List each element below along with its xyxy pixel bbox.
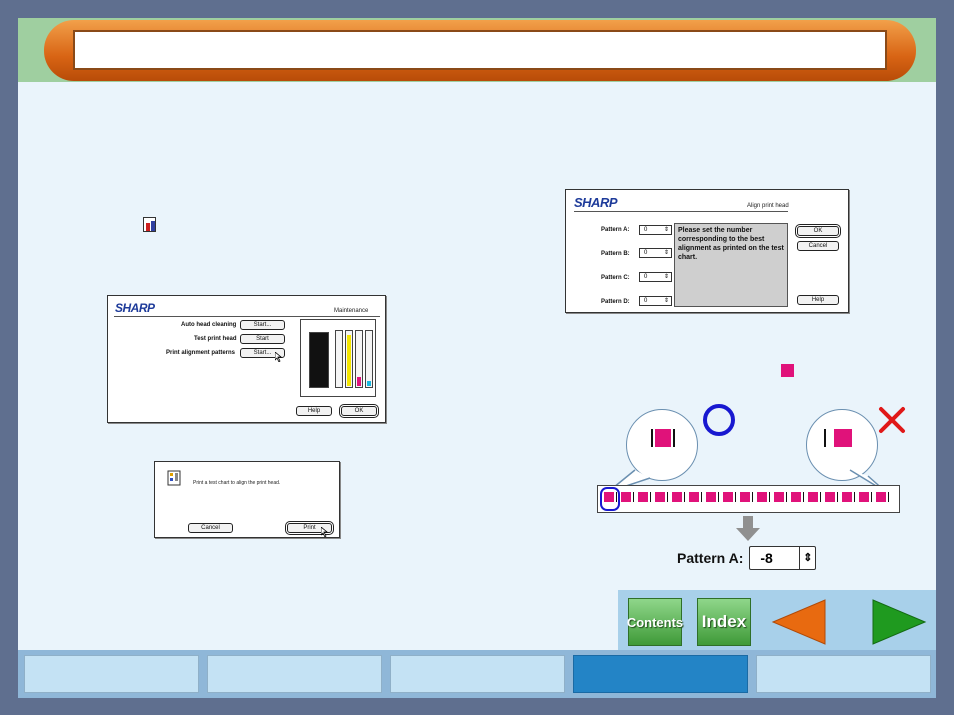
pattern-mark bbox=[740, 492, 750, 502]
pattern-bar bbox=[735, 492, 736, 502]
dialog-title: Maintenance bbox=[334, 308, 369, 314]
cancel-button[interactable]: Cancel bbox=[797, 241, 839, 251]
pattern-a-example-label: Pattern A: bbox=[677, 550, 744, 566]
pattern-bar bbox=[769, 492, 770, 502]
sharp-logo: SHARP bbox=[574, 195, 618, 210]
alignment-pattern-strip bbox=[597, 485, 900, 513]
help-button[interactable]: Help bbox=[797, 295, 839, 305]
pattern-bar bbox=[667, 492, 668, 502]
pattern-bar bbox=[701, 492, 702, 502]
maintenance-utility-icon bbox=[143, 217, 156, 232]
pattern-d-label: Pattern D: bbox=[601, 299, 630, 305]
cyan-ink-cartridge bbox=[365, 330, 373, 388]
auto-head-cleaning-label: Auto head cleaning bbox=[181, 322, 237, 328]
print-test-chart-dialog: Print a test chart to align the print he… bbox=[154, 461, 340, 538]
printer-alert-icon bbox=[167, 470, 181, 486]
pattern-bar bbox=[888, 492, 889, 502]
pattern-bar bbox=[803, 492, 804, 502]
magenta-ink-cartridge bbox=[355, 330, 363, 388]
test-print-head-label: Test print head bbox=[194, 336, 237, 342]
pattern-mark bbox=[859, 492, 869, 502]
pattern-bar bbox=[718, 492, 719, 502]
print-alignment-patterns-label: Print alignment patterns bbox=[166, 350, 236, 356]
test-print-head-start-button[interactable]: Start bbox=[240, 334, 285, 344]
pattern-bar bbox=[820, 492, 821, 502]
print-dialog-message: Print a test chart to align the print he… bbox=[193, 480, 281, 486]
pattern-a-example-value: -8 bbox=[760, 550, 773, 566]
ok-button[interactable]: OK bbox=[795, 224, 841, 238]
pink-square-icon bbox=[781, 364, 794, 377]
maintenance-dialog: SHARP Maintenance Auto head cleaning Sta… bbox=[107, 295, 386, 423]
pattern-mark bbox=[706, 492, 716, 502]
pattern-c-select[interactable]: 0 ⇕ bbox=[639, 272, 672, 282]
pattern-mark bbox=[655, 492, 665, 502]
arrow-right-icon[interactable] bbox=[871, 598, 927, 646]
tab-5[interactable] bbox=[756, 655, 931, 693]
title-divider bbox=[114, 316, 380, 317]
tab-1[interactable] bbox=[24, 655, 199, 693]
pattern-mark bbox=[672, 492, 682, 502]
pattern-a-label: Pattern A: bbox=[601, 227, 630, 233]
black-ink-cartridge bbox=[309, 332, 329, 388]
arrow-left-icon[interactable] bbox=[771, 598, 827, 646]
pattern-mark bbox=[842, 492, 852, 502]
pattern-mark bbox=[808, 492, 818, 502]
pattern-bar bbox=[871, 492, 872, 502]
tab-4[interactable] bbox=[573, 655, 748, 693]
title-divider bbox=[574, 211, 788, 212]
good-circle-icon bbox=[703, 404, 735, 436]
contents-button[interactable]: Contents bbox=[627, 598, 683, 646]
pattern-c-label: Pattern C: bbox=[601, 275, 630, 281]
help-button[interactable]: Help bbox=[296, 406, 332, 416]
pattern-d-select[interactable]: 0 ⇕ bbox=[639, 296, 672, 306]
bad-cross-icon bbox=[879, 407, 905, 433]
pattern-mark bbox=[757, 492, 767, 502]
pattern-mark bbox=[825, 492, 835, 502]
page-title bbox=[73, 30, 887, 70]
pattern-a-example-select[interactable]: -8 ⇕ bbox=[749, 546, 817, 570]
pattern-bar bbox=[752, 492, 753, 502]
pattern-a-select[interactable]: 0 ⇕ bbox=[639, 225, 672, 235]
auto-head-cleaning-start-button[interactable]: Start... bbox=[240, 320, 285, 330]
align-instructions: Please set the number corresponding to t… bbox=[674, 223, 788, 307]
selected-pattern-highlight bbox=[600, 487, 620, 511]
pattern-bar bbox=[837, 492, 838, 502]
pattern-mark bbox=[621, 492, 631, 502]
mouse-pointer-icon bbox=[321, 527, 329, 537]
ok-button[interactable]: OK bbox=[339, 404, 379, 418]
dialog-title: Align print head bbox=[747, 203, 789, 209]
cancel-button[interactable]: Cancel bbox=[188, 523, 233, 533]
color-ink-slot-1 bbox=[335, 330, 343, 388]
sharp-logo: SHARP bbox=[115, 301, 155, 315]
pattern-bar bbox=[786, 492, 787, 502]
yellow-ink-cartridge bbox=[345, 330, 353, 388]
pattern-bar bbox=[633, 492, 634, 502]
pattern-mark bbox=[689, 492, 699, 502]
pattern-mark bbox=[774, 492, 784, 502]
pattern-mark bbox=[791, 492, 801, 502]
pattern-b-select[interactable]: 0 ⇕ bbox=[639, 248, 672, 258]
index-button[interactable]: Index bbox=[697, 598, 751, 646]
tab-2[interactable] bbox=[207, 655, 382, 693]
pattern-mark bbox=[876, 492, 886, 502]
pattern-b-label: Pattern B: bbox=[601, 251, 630, 257]
tab-3[interactable] bbox=[390, 655, 565, 693]
stepper-arrows-icon: ⇕ bbox=[799, 547, 815, 569]
pattern-bar bbox=[854, 492, 855, 502]
pattern-a-example: Pattern A: -8 ⇕ bbox=[677, 545, 817, 571]
pattern-bar bbox=[650, 492, 651, 502]
ink-cartridge-panel bbox=[300, 319, 376, 397]
pattern-mark bbox=[638, 492, 648, 502]
mouse-pointer-icon bbox=[275, 352, 283, 362]
pattern-mark bbox=[723, 492, 733, 502]
pattern-bar bbox=[684, 492, 685, 502]
align-print-head-dialog: SHARP Align print head Pattern A: 0 ⇕ Pat… bbox=[565, 189, 849, 313]
arrow-down-icon bbox=[736, 516, 760, 541]
